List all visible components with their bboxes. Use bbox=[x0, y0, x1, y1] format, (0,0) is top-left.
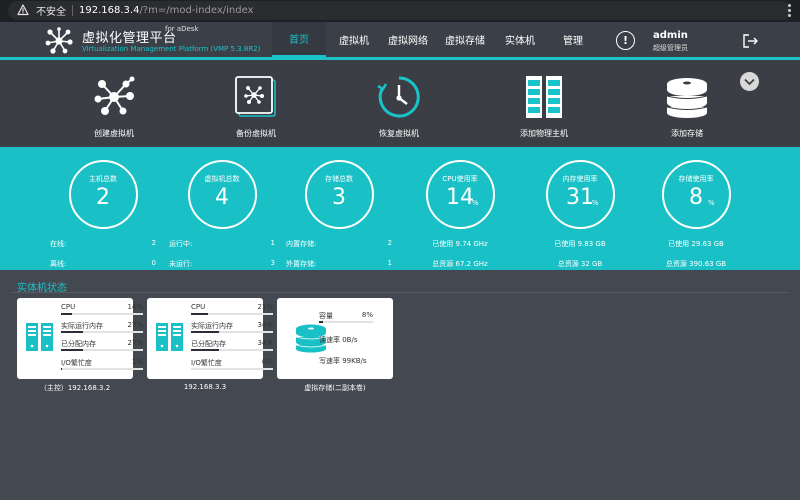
stat-label: 存储总数 bbox=[325, 175, 353, 183]
stat-row: 在线: 2 bbox=[50, 239, 156, 248]
browser-toolbar: 不安全 192.168.3.4 /?m=/mod-index/index bbox=[0, 0, 800, 22]
progress-bar bbox=[61, 313, 143, 315]
app-subtitle: Virtualization Management Platform (VMP … bbox=[82, 45, 261, 53]
stat-value: 3 bbox=[332, 185, 346, 210]
host-caption: （主控）192.168.3.2 bbox=[39, 384, 111, 392]
address-divider bbox=[72, 5, 73, 16]
chevron-down-icon bbox=[744, 78, 755, 85]
stat-row: 外置存储: 1 bbox=[286, 259, 392, 268]
host-card-1[interactable]: CPU 14% 实际运行内存 27% 已分配内存 27% I/O繁忙度 1% bbox=[17, 298, 143, 379]
stat-ring: 内存使用率 31 % bbox=[545, 160, 615, 229]
main-nav: 首页 虚拟机 虚拟网络 虚拟存储 实体机 管理 bbox=[272, 22, 602, 57]
stat-ring: 虚拟机总数 4 bbox=[187, 160, 257, 229]
stat-value: 8 bbox=[689, 185, 703, 210]
stat-row: 总资源 390.63 GB bbox=[665, 260, 727, 268]
stat-ring: 主机总数 2 bbox=[68, 160, 138, 229]
stat-unit: % bbox=[591, 199, 599, 207]
server-rack-icon bbox=[526, 76, 562, 118]
progress-bar bbox=[191, 368, 273, 370]
host-caption: 192.168.3.3 bbox=[183, 383, 227, 391]
stat-unit: % bbox=[707, 199, 715, 207]
nav-home[interactable]: 首页 bbox=[272, 22, 326, 57]
storage-caption: 虚拟存储(二副本卷) bbox=[304, 384, 366, 392]
user-name[interactable]: admin bbox=[653, 30, 688, 41]
stat-value: 31 bbox=[566, 185, 594, 210]
stat-row: 总资源 67.2 GHz bbox=[432, 260, 488, 268]
stat-label: CPU使用率 bbox=[442, 175, 478, 183]
stat-ring: CPU使用率 14 % bbox=[425, 160, 495, 229]
address-bar[interactable]: 不安全 192.168.3.4 /?m=/mod-index/index bbox=[8, 1, 791, 20]
stat-row: 已使用 9.83 GB bbox=[554, 240, 606, 248]
progress-bar bbox=[191, 331, 273, 333]
disk-stack-icon bbox=[666, 78, 708, 118]
url-path[interactable]: /?m=/mod-index/index bbox=[139, 5, 253, 16]
warning-icon[interactable] bbox=[17, 4, 29, 16]
stat-row: 内置存储: 2 bbox=[286, 239, 392, 248]
restore-vm-button[interactable]: 恢复虚拟机 bbox=[354, 74, 444, 139]
stat-row: 已使用 9.74 GHz bbox=[432, 240, 488, 248]
stat-label: 虚拟机总数 bbox=[204, 175, 240, 183]
nav-virtual-network[interactable]: 虚拟网络 bbox=[382, 22, 434, 57]
backup-vm-button[interactable]: 备份虚拟机 bbox=[211, 74, 301, 139]
host-card-2[interactable]: CPU 21% 实际运行内存 34% 已分配内存 34% I/O繁忙度 0% bbox=[147, 298, 273, 379]
backup-vm-icon bbox=[235, 76, 276, 117]
stat-ring: 存储总数 3 bbox=[304, 160, 374, 229]
user-role: 超级管理员 bbox=[653, 44, 688, 52]
action-label: 添加存储 bbox=[671, 129, 703, 138]
progress-bar bbox=[61, 331, 143, 333]
url-host[interactable]: 192.168.3.4 bbox=[79, 5, 139, 16]
app-title: 虚拟化管理平台 bbox=[82, 31, 177, 46]
nav-vm[interactable]: 虚拟机 bbox=[326, 22, 382, 57]
add-physical-host-button[interactable]: 添加物理主机 bbox=[499, 74, 589, 139]
stat-row: 运行中: 1 bbox=[169, 239, 275, 248]
stat-unit: % bbox=[471, 199, 479, 207]
progress-bar bbox=[61, 349, 143, 351]
action-label: 创建虚拟机 bbox=[94, 129, 134, 138]
nav-manage[interactable]: 管理 bbox=[544, 22, 602, 57]
memory-usage-stat[interactable]: 内存使用率 31 % 已使用 9.83 GB 总资源 32 GB bbox=[525, 160, 635, 269]
stat-value: 4 bbox=[215, 185, 229, 210]
section-divider bbox=[12, 292, 788, 293]
action-label: 添加物理主机 bbox=[520, 129, 568, 138]
server-icon bbox=[156, 323, 183, 351]
collapse-button[interactable] bbox=[740, 72, 759, 91]
browser-menu-icon[interactable] bbox=[788, 4, 791, 17]
progress-bar bbox=[61, 368, 143, 370]
stat-row: 总资源 32 GB bbox=[557, 260, 603, 268]
stat-label: 存储使用率 bbox=[678, 175, 714, 183]
storage-card[interactable]: 容量 8% 读速率 0B/s 写速率 99KB/s bbox=[277, 298, 393, 379]
server-icon bbox=[26, 323, 53, 351]
add-storage-button[interactable]: 添加存储 bbox=[642, 74, 732, 139]
stat-label: 主机总数 bbox=[89, 175, 117, 183]
logo-icon bbox=[45, 27, 73, 54]
action-label: 恢复虚拟机 bbox=[379, 129, 419, 138]
write-rate: 写速率 99KB/s bbox=[319, 357, 367, 365]
alert-icon[interactable]: ! bbox=[616, 31, 635, 50]
stat-row: 未运行: 3 bbox=[169, 259, 275, 268]
create-vm-button[interactable]: 创建虚拟机 bbox=[69, 74, 159, 139]
read-rate: 读速率 0B/s bbox=[319, 336, 358, 344]
host-count-stat[interactable]: 主机总数 2 在线: 2 离线: 0 bbox=[48, 160, 158, 269]
cpu-usage-stat[interactable]: CPU使用率 14 % 已使用 9.74 GHz 总资源 67.2 GHz bbox=[405, 160, 515, 269]
storage-usage-stat[interactable]: 存储使用率 8 % 已使用 29.63 GB 总资源 390.63 GB bbox=[641, 160, 751, 269]
stat-row: 已使用 29.63 GB bbox=[668, 240, 724, 248]
logout-icon[interactable] bbox=[742, 33, 758, 49]
insecure-label[interactable]: 不安全 bbox=[36, 3, 66, 18]
progress-bar bbox=[319, 321, 373, 323]
stat-ring: 存储使用率 8 % bbox=[661, 160, 731, 229]
nav-physical-host[interactable]: 实体机 bbox=[496, 22, 544, 57]
nav-virtual-storage[interactable]: 虚拟存储 bbox=[434, 22, 496, 57]
restore-clock-icon bbox=[377, 76, 420, 118]
action-label: 备份虚拟机 bbox=[236, 129, 276, 138]
stat-value: 14 bbox=[446, 185, 474, 210]
storage-count-stat[interactable]: 存储总数 3 内置存储: 2 外置存储: 1 bbox=[284, 160, 394, 269]
progress-bar bbox=[191, 313, 273, 315]
stat-label: 内存使用率 bbox=[562, 175, 598, 183]
stat-value: 2 bbox=[96, 185, 110, 210]
network-nodes-icon bbox=[94, 76, 135, 115]
app-for-label: for aDesk bbox=[165, 25, 199, 33]
progress-bar bbox=[191, 349, 273, 351]
stat-row: 离线: 0 bbox=[50, 259, 156, 268]
vm-count-stat[interactable]: 虚拟机总数 4 运行中: 1 未运行: 3 bbox=[167, 160, 277, 269]
